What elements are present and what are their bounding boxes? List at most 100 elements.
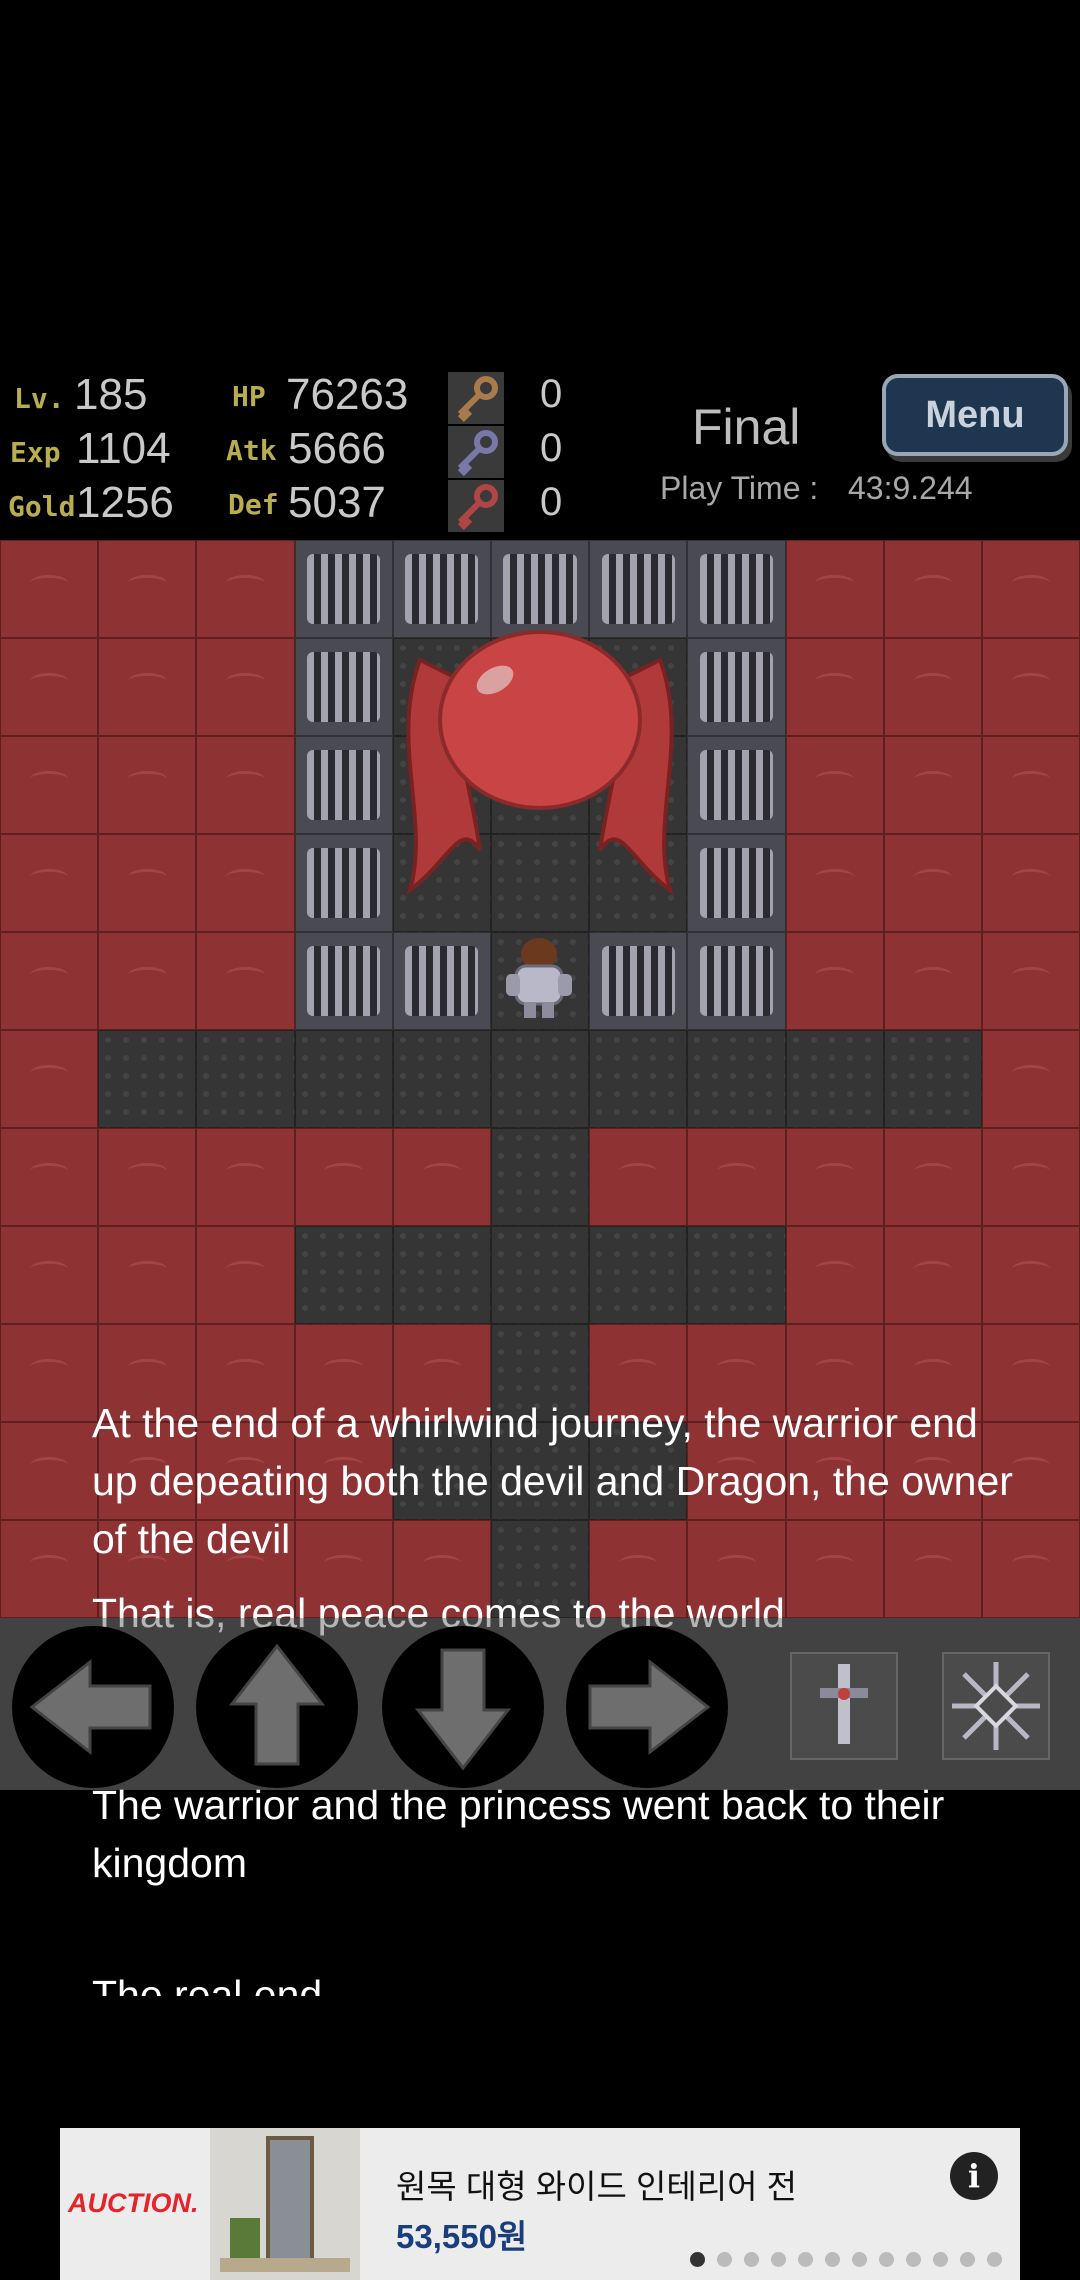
lava-tile — [981, 834, 1080, 932]
arrow-up-icon[interactable] — [196, 1626, 358, 1788]
atk-value: 5666 — [288, 424, 386, 473]
lava-tile — [883, 932, 982, 1030]
level-label: Lv. — [14, 382, 65, 415]
pagination-dot — [987, 2252, 1002, 2267]
story-paragraph-4: The real end — [92, 1972, 323, 1996]
level-value: 185 — [74, 370, 148, 419]
pagination-dot — [744, 2252, 759, 2267]
pagination-dot — [717, 2252, 732, 2267]
gold-label: Gold — [8, 490, 76, 523]
iron-bars-tile — [294, 638, 393, 736]
arrow-right-icon[interactable] — [566, 1626, 728, 1788]
lava-tile — [785, 540, 884, 638]
lava-tile — [196, 932, 295, 1030]
exp-label: Exp — [10, 436, 61, 469]
lava-tile — [785, 638, 884, 736]
lava-tile — [883, 1128, 982, 1226]
red-key-count: 0 — [540, 480, 563, 524]
floor-tile — [98, 1030, 197, 1128]
lava-tile — [981, 1226, 1080, 1324]
lava-tile — [785, 1128, 884, 1226]
lava-tile — [981, 540, 1080, 638]
pagination-dot — [771, 2252, 786, 2267]
floor-tile — [687, 1030, 786, 1128]
lava-tile — [98, 736, 197, 834]
blue-key-icon — [448, 426, 504, 478]
ad-product-image — [210, 2128, 360, 2280]
floor-tile — [589, 1030, 688, 1128]
hp-value: 76263 — [286, 370, 409, 419]
floor-tile — [196, 1030, 295, 1128]
lava-tile — [196, 638, 295, 736]
floor-tile — [490, 1128, 590, 1226]
lava-tile — [981, 1030, 1080, 1128]
ad-price: 53,550원 — [396, 2218, 528, 2255]
iron-bars-tile — [687, 540, 786, 638]
floor-tile — [392, 1226, 491, 1324]
floor-tile — [589, 1226, 688, 1324]
floor-tile — [785, 1030, 884, 1128]
floor-tile — [490, 1226, 590, 1324]
story-paragraph-3: The warrior and the princess went back t… — [92, 1782, 945, 1886]
lava-tile — [981, 1128, 1080, 1226]
lava-tile — [98, 540, 197, 638]
lava-tile — [98, 1226, 197, 1324]
ad-banner[interactable]: AUCTION. 원목 대형 와이드 인테리어 전 53,550원 i — [60, 2128, 1020, 2280]
lava-tile — [0, 736, 99, 834]
lava-tile — [883, 1226, 982, 1324]
pagination-dot — [933, 2252, 948, 2267]
pagination-dot — [825, 2252, 840, 2267]
iron-bars-tile — [294, 834, 393, 932]
menu-button[interactable]: Menu — [882, 374, 1068, 456]
gold-value: 1256 — [76, 478, 174, 527]
exp-value: 1104 — [76, 424, 171, 473]
lava-tile — [98, 1128, 197, 1226]
snowflake-item-icon[interactable] — [942, 1652, 1050, 1760]
lava-tile — [0, 932, 99, 1030]
floor-tile — [490, 1030, 590, 1128]
ad-pagination — [690, 2252, 1002, 2267]
lava-tile — [883, 540, 982, 638]
lava-tile — [392, 1128, 491, 1226]
lava-tile — [98, 834, 197, 932]
iron-bars-tile — [687, 834, 786, 932]
lava-tile — [0, 1128, 99, 1226]
lava-tile — [0, 834, 99, 932]
pagination-dot — [960, 2252, 975, 2267]
lava-tile — [883, 638, 982, 736]
pagination-dot — [852, 2252, 867, 2267]
lava-tile — [0, 638, 99, 736]
warrior-player-sprite — [506, 938, 572, 1018]
lava-tile — [981, 736, 1080, 834]
lava-tile — [785, 736, 884, 834]
lava-tile — [294, 1128, 393, 1226]
yellow-key-icon — [448, 372, 504, 424]
lava-tile — [0, 1520, 99, 1618]
lava-tile — [196, 1128, 295, 1226]
lava-tile — [883, 834, 982, 932]
iron-bars-tile — [294, 540, 393, 638]
ad-brand-logo: AUCTION. — [68, 2188, 199, 2218]
arrow-down-icon[interactable] — [382, 1626, 544, 1788]
pagination-dot — [798, 2252, 813, 2267]
iron-bars-tile — [294, 932, 393, 1030]
iron-bars-tile — [294, 736, 393, 834]
status-hud: Lv. 185 Exp 1104 Gold 1256 HP 76263 Atk … — [0, 360, 1080, 540]
def-value: 5037 — [288, 478, 386, 527]
arrow-left-icon[interactable] — [12, 1626, 174, 1788]
info-icon[interactable]: i — [950, 2152, 998, 2200]
lava-tile — [883, 736, 982, 834]
lava-tile — [785, 834, 884, 932]
lava-tile — [687, 1128, 786, 1226]
lava-tile — [0, 1324, 99, 1422]
pagination-dot — [906, 2252, 921, 2267]
control-bar — [0, 1618, 1080, 1790]
sword-item-icon[interactable] — [790, 1652, 898, 1760]
ad-title: 원목 대형 와이드 인테리어 전 — [396, 2168, 797, 2205]
pagination-dot — [879, 2252, 894, 2267]
playtime-value: 43:9.244 — [848, 470, 973, 506]
lava-tile — [0, 540, 99, 638]
lava-tile — [0, 1030, 99, 1128]
red-key-icon — [448, 480, 504, 532]
floor-tile — [294, 1030, 393, 1128]
